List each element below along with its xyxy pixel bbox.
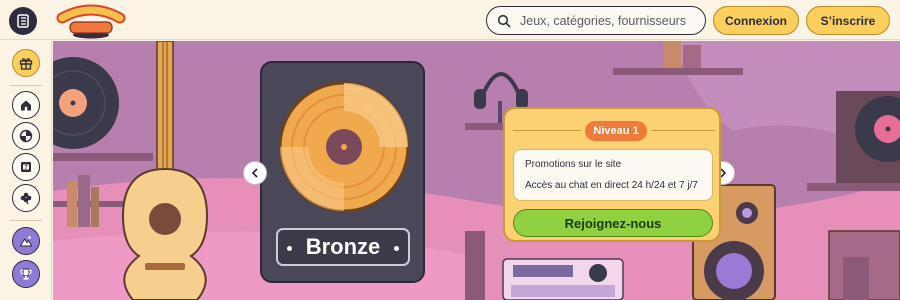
search-input[interactable]: Jeux, catégories, fournisseurs bbox=[520, 14, 686, 28]
divider-line bbox=[651, 130, 715, 131]
home-icon bbox=[21, 100, 31, 111]
signup-button[interactable]: S’inscrire bbox=[806, 6, 890, 35]
sidebar: 7 bbox=[0, 41, 52, 300]
label-dot bbox=[394, 246, 399, 251]
vinyl-casino-logo[interactable] bbox=[56, 2, 126, 40]
sidebar-item-slots[interactable]: 7 bbox=[12, 153, 40, 181]
chevron-left-icon bbox=[252, 168, 258, 178]
benefits-list: Promotions sur le site Accès au chat en … bbox=[513, 149, 713, 201]
level-badge: Niveau 1 bbox=[585, 121, 647, 141]
gift-icon bbox=[19, 58, 33, 70]
carousel-prev-button[interactable] bbox=[243, 161, 267, 185]
bronze-tier-card: Bronze bbox=[260, 61, 425, 283]
sidebar-item-adventure[interactable] bbox=[12, 227, 40, 255]
sidebar-item-lucky[interactable] bbox=[12, 184, 40, 212]
login-button[interactable]: Connexion bbox=[713, 6, 799, 35]
divider-line bbox=[513, 130, 581, 131]
label-dot bbox=[287, 246, 292, 251]
search-icon bbox=[497, 14, 511, 27]
tier-name-label: Bronze bbox=[276, 228, 410, 266]
mountain-icon bbox=[19, 236, 33, 247]
tier-name: Bronze bbox=[305, 234, 381, 259]
sidebar-divider bbox=[10, 220, 42, 221]
vip-banner: Bronze Niveau 1 Promotions sur le site A… bbox=[53, 41, 900, 300]
bronze-record-icon bbox=[278, 81, 410, 213]
benefit-item: Accès au chat en direct 24 h/24 et 7 j/7 bbox=[525, 180, 698, 191]
level-benefits-card: Niveau 1 Promotions sur le site Accès au… bbox=[503, 107, 721, 242]
join-button[interactable]: Rejoignez-nous bbox=[513, 209, 713, 237]
sidebar-divider bbox=[10, 85, 42, 86]
clover-icon bbox=[20, 192, 32, 205]
trophy-icon bbox=[20, 268, 32, 280]
svg-text:7: 7 bbox=[25, 165, 28, 171]
benefit-item: Promotions sur le site bbox=[525, 159, 622, 170]
menu-button[interactable] bbox=[9, 7, 37, 35]
search-bar[interactable]: Jeux, catégories, fournisseurs bbox=[486, 6, 706, 35]
sidebar-item-promotions[interactable] bbox=[12, 49, 40, 77]
banner-illustration bbox=[53, 41, 900, 300]
sidebar-item-tournaments[interactable] bbox=[12, 260, 40, 288]
menu-book-icon bbox=[17, 14, 29, 28]
roulette-icon bbox=[19, 129, 33, 143]
top-header: Jeux, catégories, fournisseurs Connexion… bbox=[0, 0, 900, 40]
sidebar-item-roulette[interactable] bbox=[12, 122, 40, 150]
sidebar-item-home[interactable] bbox=[12, 91, 40, 119]
slot-machine-icon: 7 bbox=[21, 162, 31, 172]
